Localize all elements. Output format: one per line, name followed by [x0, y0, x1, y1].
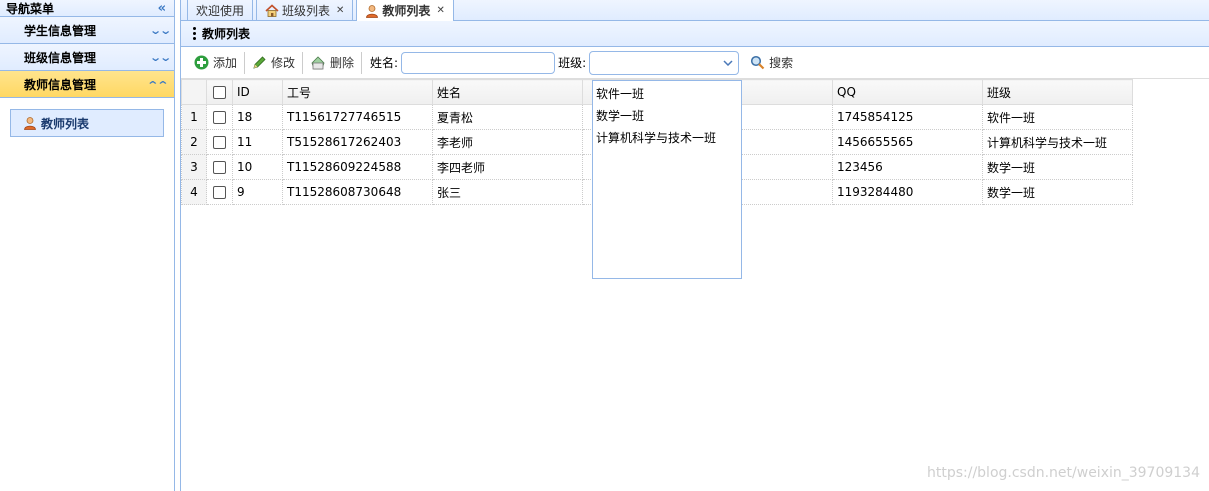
cell-class: 数学一班 — [982, 179, 1133, 205]
row-number: 1 — [181, 104, 207, 130]
add-icon — [194, 55, 209, 70]
expand-chevron-icon[interactable]: ⌄⌄ — [149, 51, 172, 64]
class-select-value — [590, 56, 594, 70]
cell-class: 计算机科学与技术一班 — [982, 129, 1133, 155]
name-search-input[interactable] — [401, 51, 556, 74]
section-class-management[interactable]: 班级信息管理 ⌄⌄ — [0, 44, 174, 71]
row-checkbox[interactable] — [206, 104, 233, 130]
toolbar: 添加 修改 删除 姓名: 班级: 搜索 — [181, 47, 1209, 79]
tab-teacher-list[interactable]: 教师列表 ✕ — [356, 0, 454, 21]
cell-qq: 123456 — [832, 154, 983, 180]
cell-class: 软件一班 — [982, 104, 1133, 130]
cell-class: 数学一班 — [982, 154, 1133, 180]
cell-name: 夏青松 — [432, 104, 583, 130]
panel-header: 教师列表 — [181, 21, 1209, 47]
home-icon — [265, 3, 279, 17]
collapse-chevron-icon[interactable]: ⌄⌄ — [149, 78, 169, 91]
row-number: 2 — [181, 129, 207, 155]
tab-welcome[interactable]: 欢迎使用 — [187, 0, 254, 20]
cell-id: 10 — [232, 154, 283, 180]
tab-label: 教师列表 — [382, 4, 431, 18]
row-checkbox[interactable] — [206, 129, 233, 155]
row-number: 3 — [181, 154, 207, 180]
select-all-checkbox[interactable] — [206, 79, 233, 105]
panel-menu-icon — [193, 27, 196, 40]
user-icon — [24, 117, 36, 130]
search-button[interactable]: 搜索 — [745, 51, 798, 75]
section-label: 学生信息管理 — [24, 23, 97, 38]
cell-id: 11 — [232, 129, 283, 155]
delete-label: 删除 — [330, 56, 355, 70]
tab-label: 班级列表 — [282, 3, 331, 18]
collapse-sidebar-icon[interactable]: « — [158, 1, 166, 16]
tab-label: 欢迎使用 — [196, 3, 245, 18]
dropdown-arrow-icon[interactable] — [718, 52, 738, 74]
column-header-qq[interactable]: QQ — [832, 79, 983, 105]
tab-strip: 欢迎使用 班级列表 ✕ 教师列表 ✕ — [181, 0, 1209, 21]
toolbar-divider — [302, 51, 304, 74]
sidebar-header: 导航菜单 « — [0, 0, 174, 17]
row-checkbox[interactable] — [206, 154, 233, 180]
expand-chevron-icon[interactable]: ⌄⌄ — [149, 24, 172, 37]
cell-name: 李四老师 — [432, 154, 583, 180]
row-number: 4 — [181, 179, 207, 205]
cell-qq: 1193284480 — [832, 179, 983, 205]
tree-item-label: 教师列表 — [41, 116, 90, 131]
row-number-header — [181, 79, 207, 105]
row-checkbox[interactable] — [206, 179, 233, 205]
cell-qq: 1745854125 — [832, 104, 983, 130]
dropdown-option[interactable]: 计算机科学与技术一班 — [593, 127, 741, 149]
section-teacher-management[interactable]: 教师信息管理 ⌄⌄ — [0, 71, 174, 98]
class-label: 班级: — [558, 56, 587, 70]
section-label: 班级信息管理 — [24, 50, 97, 65]
cell-id: 9 — [232, 179, 283, 205]
watermark: https://blog.csdn.net/weixin_39709134 — [926, 465, 1200, 481]
class-dropdown-list: 软件一班 数学一班 计算机科学与技术一班 — [592, 80, 742, 279]
section-student-management[interactable]: 学生信息管理 ⌄⌄ — [0, 17, 174, 44]
column-header-sn[interactable]: 工号 — [282, 79, 433, 105]
class-select[interactable] — [589, 50, 740, 75]
sidebar-title: 导航菜单 — [6, 1, 55, 16]
panel-title: 教师列表 — [202, 27, 251, 41]
close-tab-icon[interactable]: ✕ — [436, 5, 444, 16]
column-header-class[interactable]: 班级 — [982, 79, 1133, 105]
cell-sn: T51528617262403 — [282, 129, 433, 155]
column-header-id[interactable]: ID — [232, 79, 283, 105]
column-header-name[interactable]: 姓名 — [432, 79, 583, 105]
edit-button[interactable]: 修改 — [247, 51, 300, 75]
checkbox-icon[interactable] — [213, 161, 226, 174]
cell-sn: T11561727746515 — [282, 104, 433, 130]
cell-sn: T11528609224588 — [282, 154, 433, 180]
tab-class-list[interactable]: 班级列表 ✕ — [256, 0, 354, 20]
delete-icon — [311, 56, 325, 70]
pencil-icon — [253, 56, 266, 69]
close-tab-icon[interactable]: ✕ — [336, 5, 344, 16]
delete-button[interactable]: 删除 — [305, 51, 359, 75]
cell-name: 张三 — [432, 179, 583, 205]
name-label: 姓名: — [370, 56, 399, 70]
section-label: 教师信息管理 — [24, 77, 97, 92]
cell-id: 18 — [232, 104, 283, 130]
add-label: 添加 — [213, 56, 238, 70]
teacher-section-body: 教师列表 — [0, 98, 174, 148]
checkbox-icon[interactable] — [213, 86, 226, 99]
dropdown-option[interactable]: 数学一班 — [593, 105, 741, 127]
search-label: 搜索 — [769, 56, 794, 70]
tree-item-teacher-list[interactable]: 教师列表 — [10, 109, 164, 137]
user-icon — [366, 4, 379, 18]
cell-name: 李老师 — [432, 129, 583, 155]
dropdown-option[interactable]: 软件一班 — [593, 83, 741, 105]
toolbar-divider — [361, 51, 363, 74]
checkbox-icon[interactable] — [213, 136, 226, 149]
edit-label: 修改 — [271, 56, 296, 70]
cell-qq: 1456655565 — [832, 129, 983, 155]
toolbar-divider — [244, 51, 246, 74]
checkbox-icon[interactable] — [213, 111, 226, 124]
navigation-sidebar: 导航菜单 « 学生信息管理 ⌄⌄ 班级信息管理 ⌄⌄ 教师信息管理 ⌄⌄ 教师列… — [0, 0, 175, 491]
search-icon — [751, 55, 765, 70]
add-button[interactable]: 添加 — [189, 51, 242, 75]
cell-sn: T11528608730648 — [282, 179, 433, 205]
checkbox-icon[interactable] — [213, 186, 226, 199]
